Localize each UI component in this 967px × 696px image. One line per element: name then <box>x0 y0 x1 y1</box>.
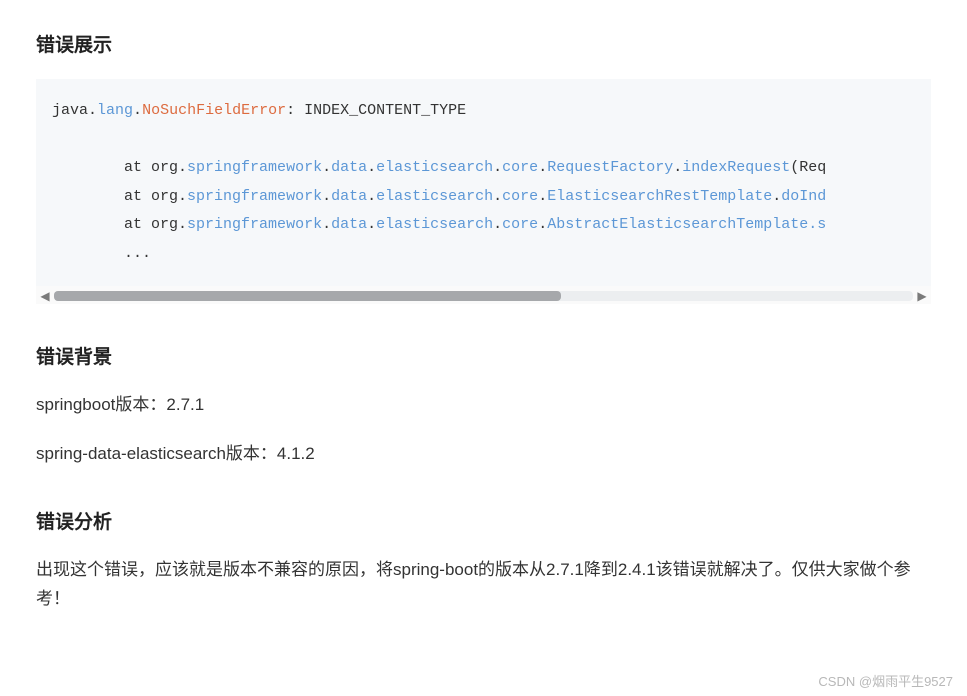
heading-error-background: 错误背景 <box>36 342 931 369</box>
scroll-thumb[interactable] <box>54 291 561 301</box>
article-container: 错误展示 java.lang.NoSuchFieldError: INDEX_C… <box>0 0 967 614</box>
scroll-track[interactable] <box>54 291 913 301</box>
code-block[interactable]: java.lang.NoSuchFieldError: INDEX_CONTEN… <box>36 79 931 286</box>
watermark: CSDN @烟雨平生9527 <box>818 671 953 690</box>
scroll-left-icon[interactable]: ◀ <box>36 289 54 303</box>
background-line-2: spring-data-elasticsearch版本：4.1.2 <box>36 440 931 469</box>
code-block-wrapper: java.lang.NoSuchFieldError: INDEX_CONTEN… <box>36 79 931 304</box>
horizontal-scrollbar[interactable]: ◀ ▶ <box>36 286 931 304</box>
code-line-1: java.lang.NoSuchFieldError: INDEX_CONTEN… <box>52 102 466 119</box>
heading-error-display: 错误展示 <box>36 30 931 57</box>
code-line-5: ... <box>52 245 151 262</box>
code-line-3: at org.springframework.data.elasticsearc… <box>52 188 826 205</box>
analysis-paragraph: 出现这个错误，应该就是版本不兼容的原因，将spring-boot的版本从2.7.… <box>36 556 931 614</box>
code-line-4: at org.springframework.data.elasticsearc… <box>52 216 826 233</box>
heading-error-analysis: 错误分析 <box>36 507 931 534</box>
scroll-right-icon[interactable]: ▶ <box>913 289 931 303</box>
code-line-2: at org.springframework.data.elasticsearc… <box>52 159 826 176</box>
background-line-1: springboot版本：2.7.1 <box>36 391 931 420</box>
